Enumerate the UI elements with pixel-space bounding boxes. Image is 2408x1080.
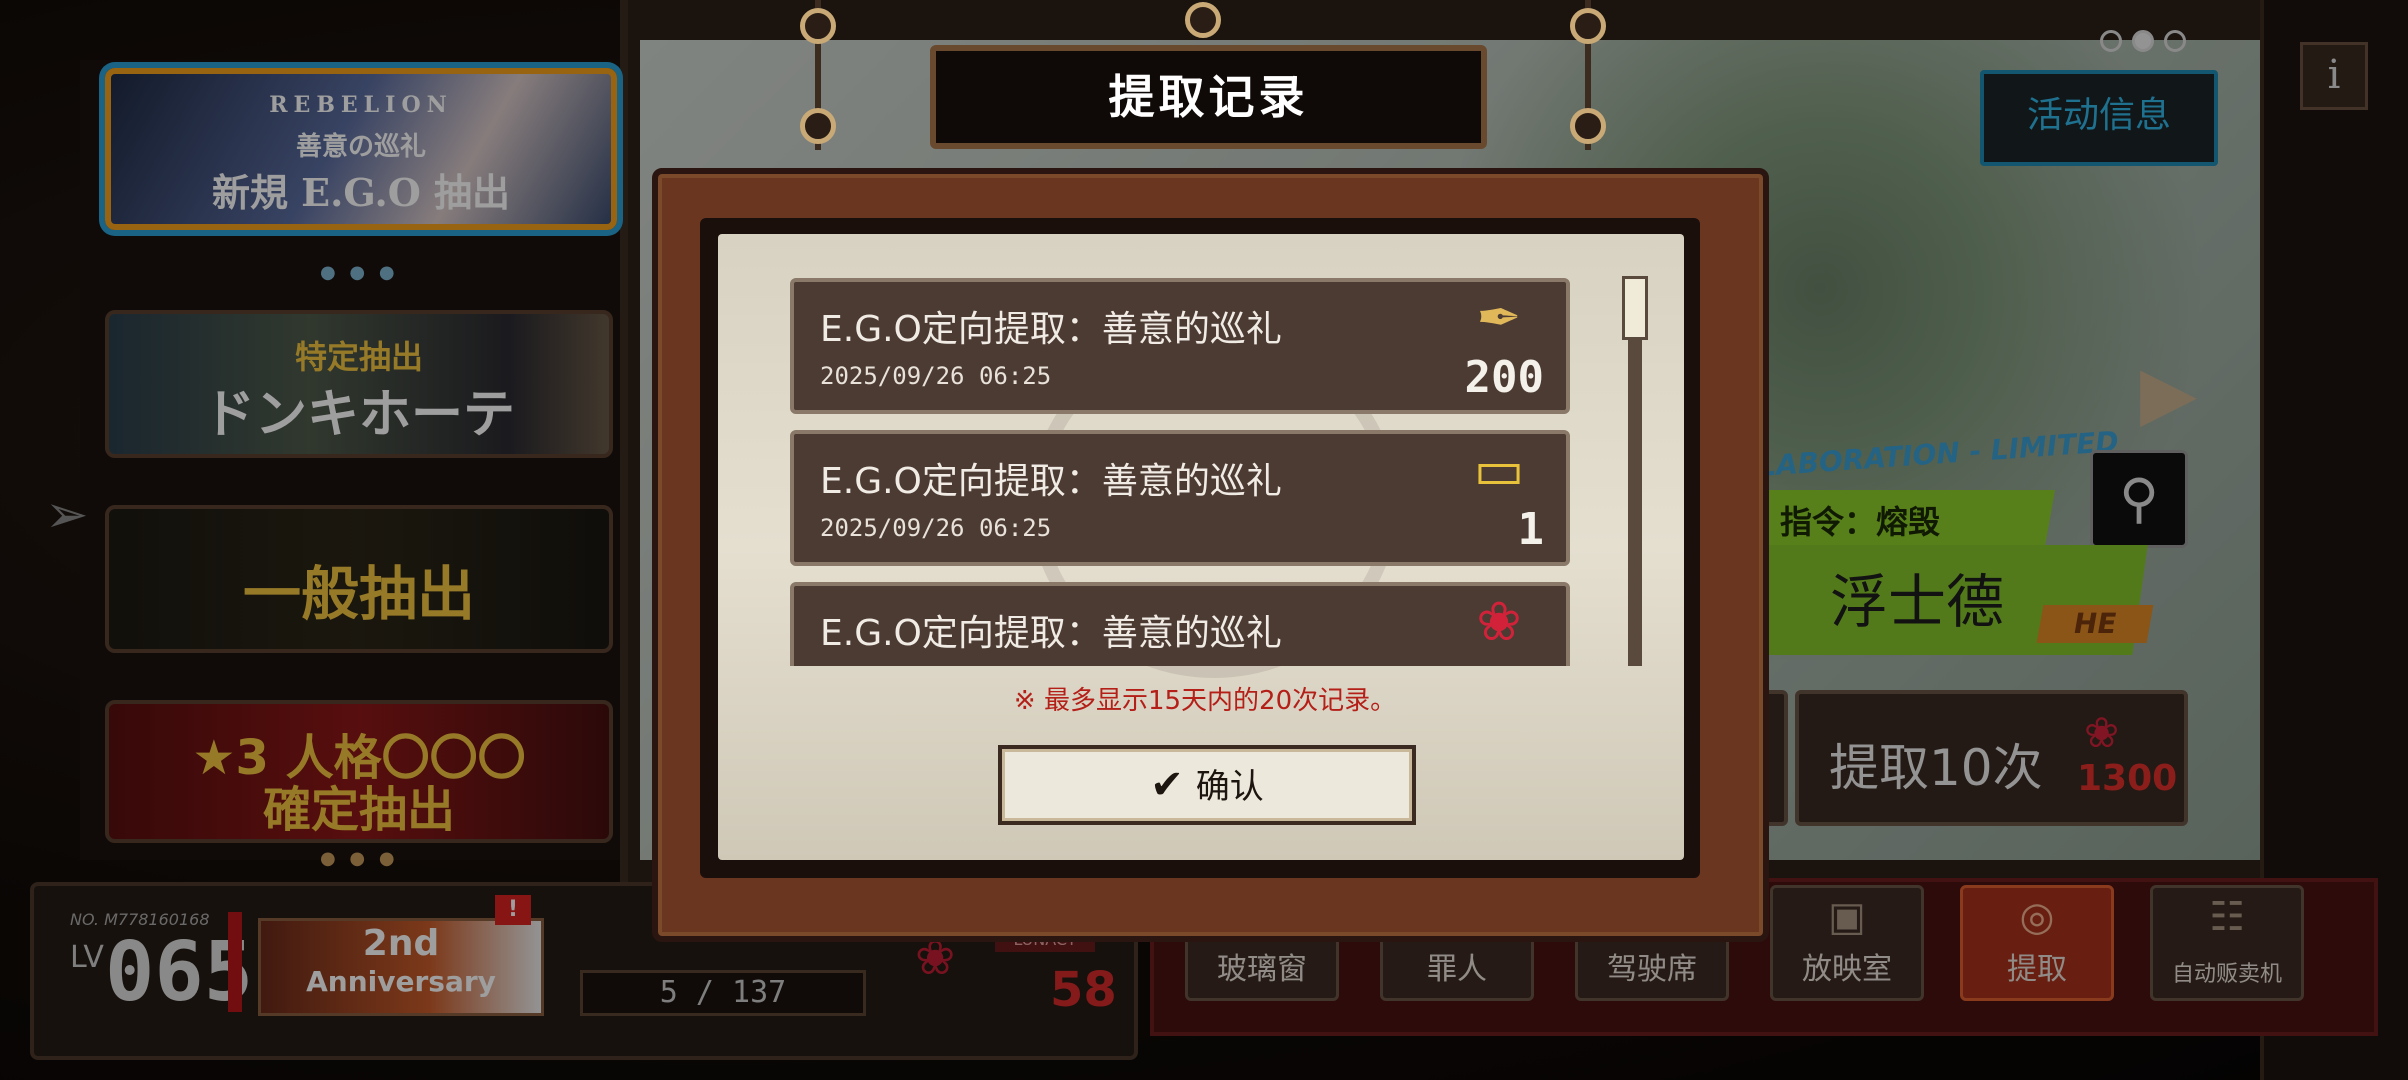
check-icon: ✔ <box>1150 762 1184 808</box>
confirm-label: 确认 <box>1195 767 1264 807</box>
ring-ornament <box>800 8 836 44</box>
record-quantity: 1 <box>1517 504 1545 555</box>
record-title: E.G.O定向提取：善意的巡礼 <box>820 309 1282 350</box>
rose-icon: ❀ <box>1476 590 1522 653</box>
ticket-icon: ▭ <box>1473 438 1525 501</box>
modal-title: 提取记录 <box>930 45 1487 149</box>
scrollbar-thumb[interactable] <box>1622 276 1648 340</box>
record-limit-notice: ※ 最多显示15天内的20次记录。 <box>1013 686 1397 716</box>
ring-ornament <box>1570 8 1606 44</box>
ring-ornament <box>800 108 836 144</box>
ring-ornament <box>1185 2 1221 38</box>
ring-ornament <box>1570 108 1606 144</box>
record-date: 2025/09/26 06:25 <box>820 362 1052 390</box>
feather-icon: ✒ <box>1476 286 1522 349</box>
record-item: E.G.O定向提取：善意的巡礼 ❀ <box>790 582 1570 666</box>
record-date: 2025/09/26 06:25 <box>820 514 1052 542</box>
record-item: E.G.O定向提取：善意的巡礼 2025/09/26 06:25 ✒ 200 <box>790 278 1570 414</box>
confirm-button[interactable]: ✔ 确认 <box>998 745 1416 825</box>
record-title: E.G.O定向提取：善意的巡礼 <box>820 613 1282 654</box>
record-title: E.G.O定向提取：善意的巡礼 <box>820 461 1282 502</box>
record-item: E.G.O定向提取：善意的巡礼 2025/09/26 06:25 ▭ 1 <box>790 430 1570 566</box>
record-quantity: 200 <box>1464 352 1544 403</box>
record-list[interactable]: E.G.O定向提取：善意的巡礼 2025/09/26 06:25 ✒ 200 E… <box>790 278 1580 666</box>
